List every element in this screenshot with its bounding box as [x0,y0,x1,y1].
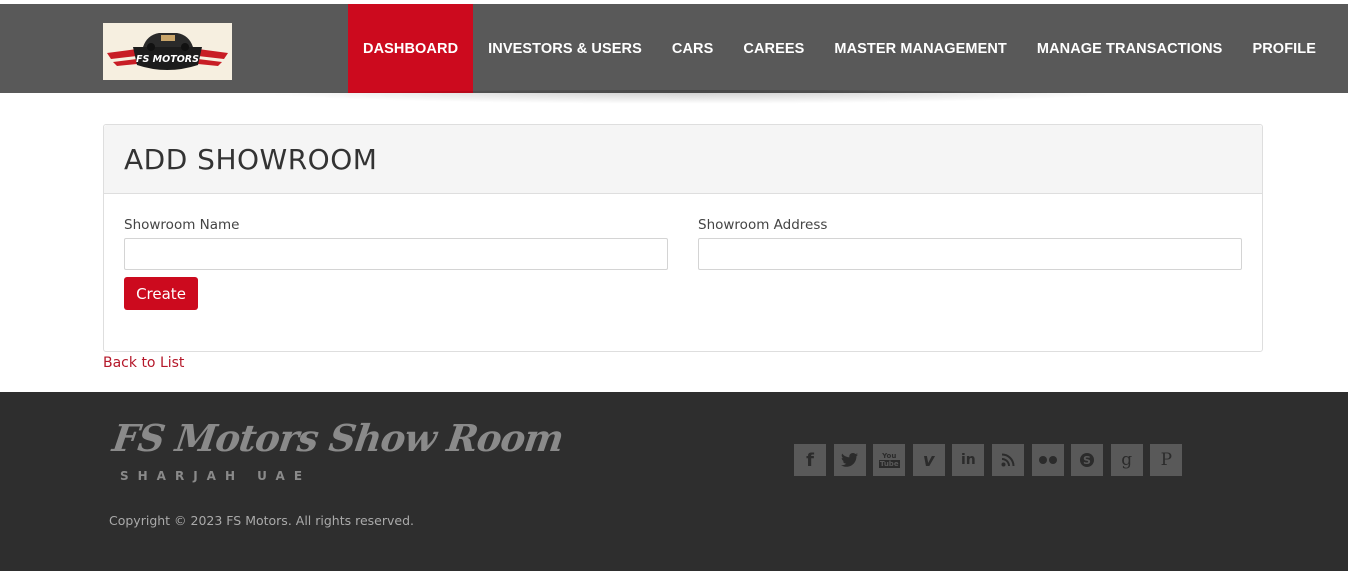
nav-carees[interactable]: CAREES [728,4,819,93]
showroom-address-label: Showroom Address [698,217,828,233]
linkedin-icon[interactable]: in [952,444,985,476]
panel-header: ADD SHOWROOM [104,125,1262,194]
page-title: ADD SHOWROOM [124,142,378,176]
main-nav: DASHBOARD INVESTORS & USERS CARS CAREES … [348,4,1331,93]
nav-manage-transactions[interactable]: MANAGE TRANSACTIONS [1022,4,1238,93]
site-header: FS MOTORS DASHBOARD INVESTORS & USERS CA… [0,4,1348,93]
skype-icon[interactable]: S [1071,444,1104,476]
showroom-address-input[interactable] [698,238,1242,270]
add-showroom-panel: ADD SHOWROOM Showroom Name Showroom Addr… [103,124,1263,352]
footer-brand: FS Motors Show Room [109,416,566,460]
footer-location: SHARJAH UAE [120,469,312,483]
back-to-list-link[interactable]: Back to List [103,355,184,371]
vimeo-icon[interactable]: v [912,444,945,476]
pinterest-icon[interactable]: P [1150,444,1183,476]
flickr-icon[interactable] [1031,444,1064,476]
svg-text:S: S [1083,454,1091,467]
car-logo-icon: FS MOTORS [103,23,232,80]
nav-profile[interactable]: PROFILE [1237,4,1331,93]
svg-text:FS MOTORS: FS MOTORS [136,54,199,65]
showroom-name-input[interactable] [124,238,668,270]
google-plus-icon[interactable]: g [1110,444,1143,476]
facebook-icon[interactable]: f [794,444,826,476]
nav-cars[interactable]: CARS [657,4,729,93]
nav-investors-users[interactable]: INVESTORS & USERS [473,4,657,93]
social-links: f You Tube v in S g P [794,444,1190,476]
site-footer: FS Motors Show Room SHARJAH UAE Copyrigh… [0,392,1348,571]
showroom-name-label: Showroom Name [124,217,240,233]
copyright: Copyright © 2023 FS Motors. All rights r… [109,513,414,528]
twitter-icon[interactable] [833,444,866,476]
rss-icon[interactable] [991,444,1024,476]
youtube-icon[interactable]: You Tube [873,444,906,476]
create-button[interactable]: Create [124,277,198,310]
header-shadow [230,90,1150,104]
nav-dashboard[interactable]: DASHBOARD [348,4,474,93]
logo[interactable]: FS MOTORS [103,23,232,80]
nav-master-management[interactable]: MASTER MANAGEMENT [819,4,1021,93]
